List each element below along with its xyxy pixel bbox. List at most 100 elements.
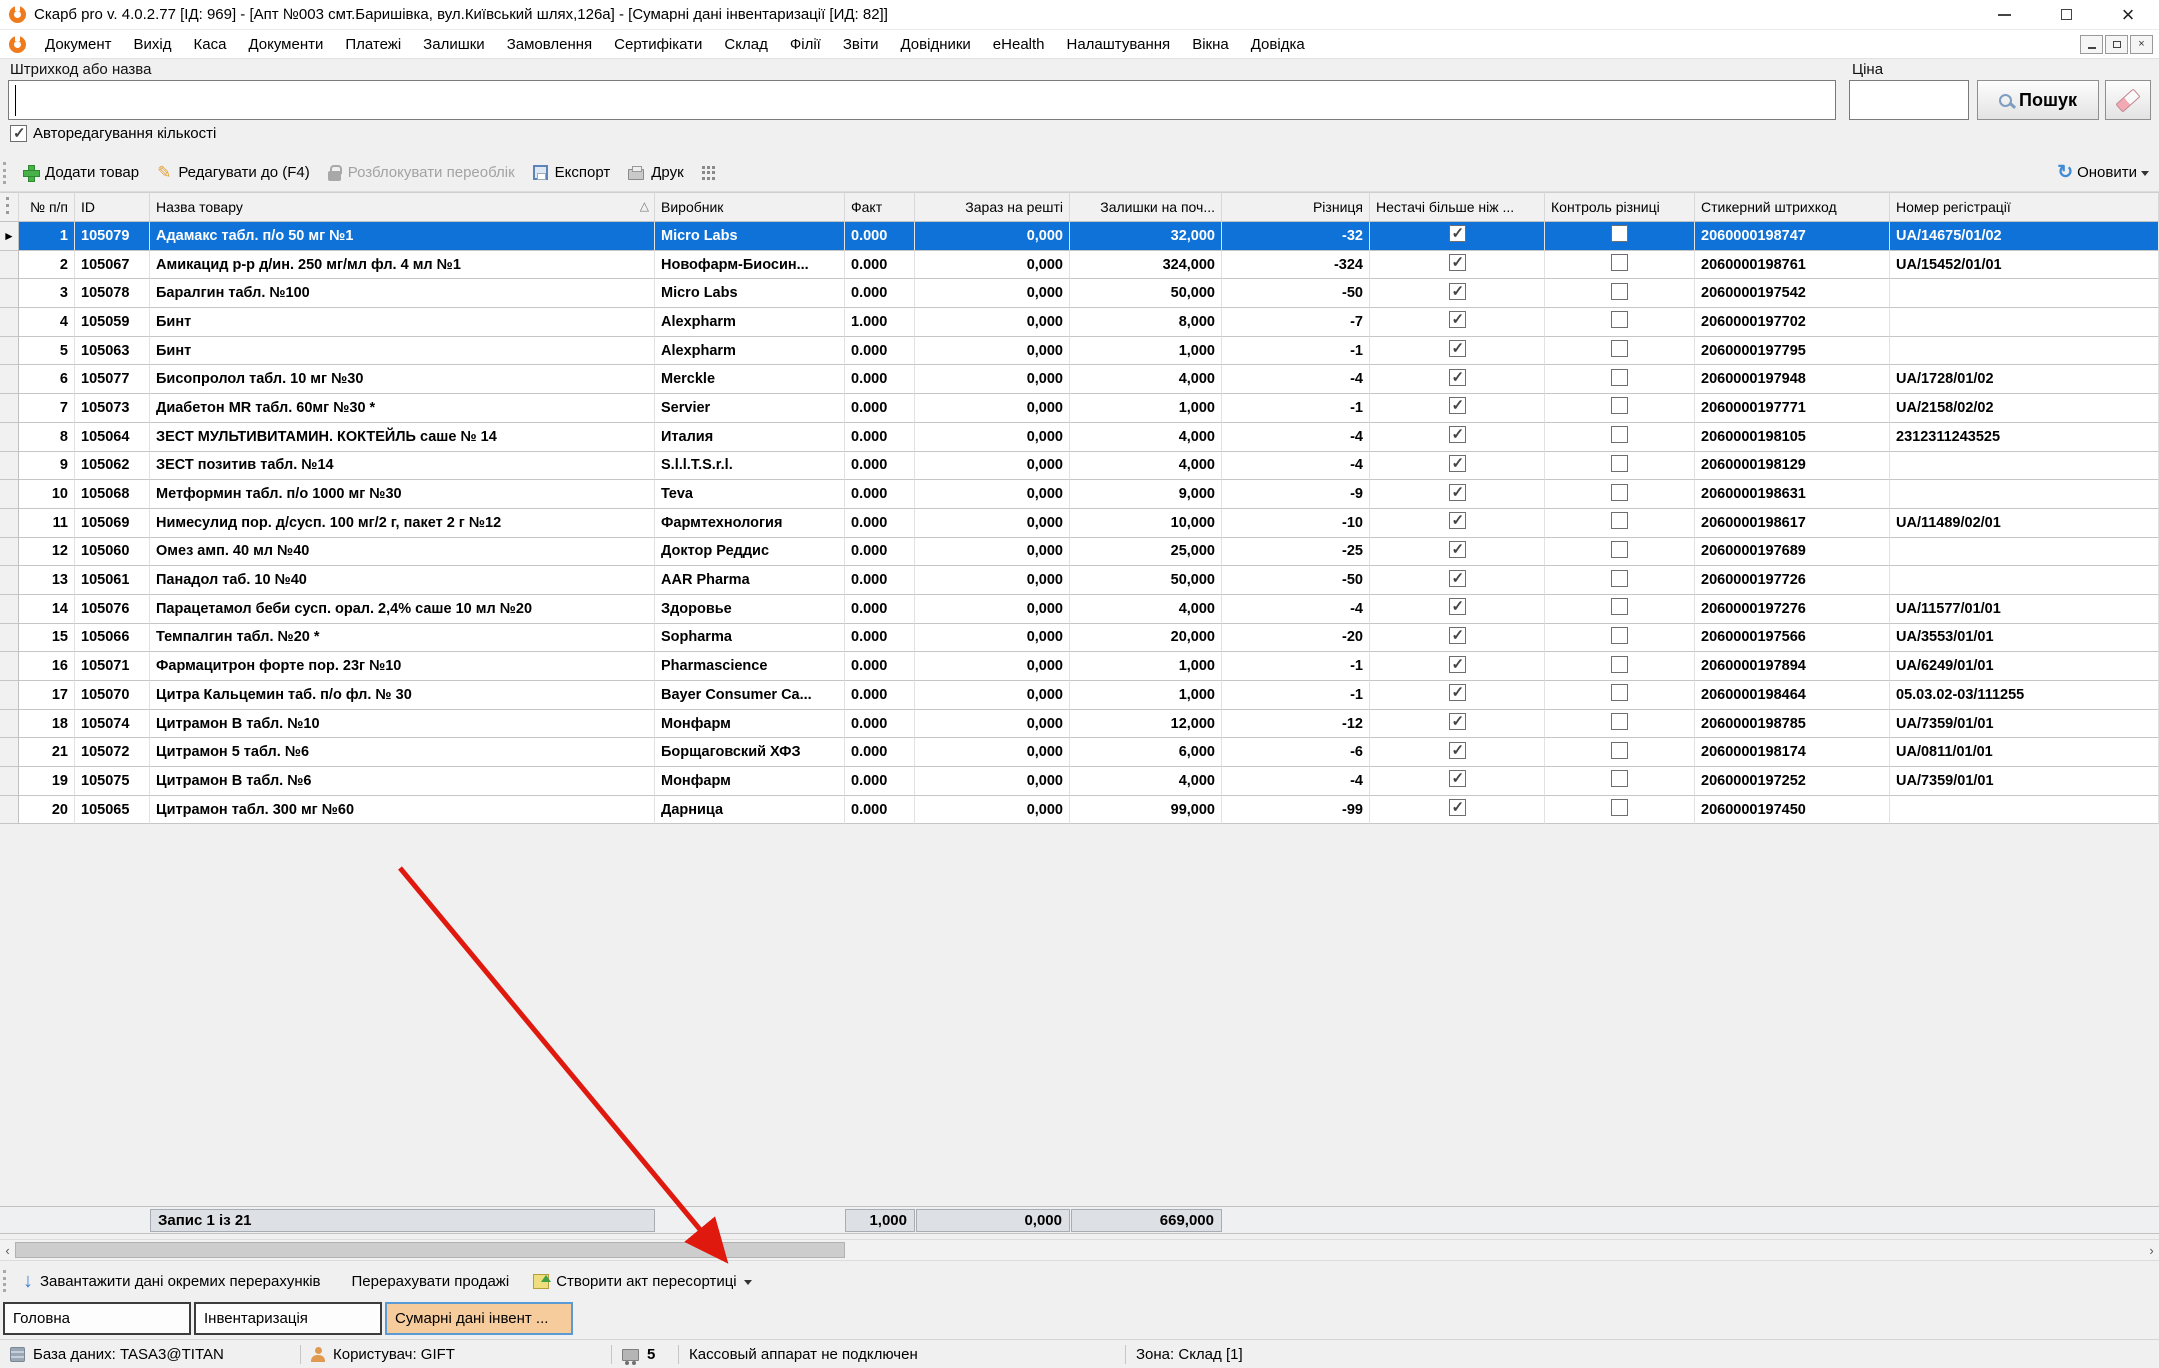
- cell-rest[interactable]: 0,000: [915, 251, 1070, 280]
- cell-num[interactable]: 21: [19, 738, 75, 767]
- table-row[interactable]: 6105077Бисопролол табл. 10 мг №30Merckle…: [0, 365, 2159, 394]
- cell-barcode[interactable]: 2060000197450: [1695, 796, 1890, 825]
- cell-begin[interactable]: 1,000: [1070, 394, 1222, 423]
- cell-rest[interactable]: 0,000: [915, 538, 1070, 567]
- control-checkbox[interactable]: [1611, 340, 1628, 357]
- cell-barcode[interactable]: 2060000198464: [1695, 681, 1890, 710]
- cell-reg[interactable]: [1890, 796, 2159, 825]
- cell-num[interactable]: 15: [19, 624, 75, 653]
- cell-name[interactable]: Темпалгин табл. №20 *: [150, 624, 655, 653]
- shortage-checkbox[interactable]: [1449, 254, 1466, 271]
- cell-id[interactable]: 105077: [75, 365, 150, 394]
- cell-barcode[interactable]: 2060000197566: [1695, 624, 1890, 653]
- cell-id[interactable]: 105063: [75, 337, 150, 366]
- cell-fact[interactable]: 0.000: [845, 365, 915, 394]
- barcode-search-input[interactable]: [8, 80, 1836, 120]
- shortage-checkbox[interactable]: [1449, 225, 1466, 242]
- cell-maker[interactable]: Teva: [655, 480, 845, 509]
- cell-barcode[interactable]: 2060000198617: [1695, 509, 1890, 538]
- cell-num[interactable]: 20: [19, 796, 75, 825]
- cell-reg[interactable]: [1890, 538, 2159, 567]
- cell-begin[interactable]: 1,000: [1070, 681, 1222, 710]
- control-checkbox[interactable]: [1611, 369, 1628, 386]
- menu-item[interactable]: Документи: [237, 32, 334, 57]
- cell-grip[interactable]: [0, 308, 19, 337]
- table-row[interactable]: 14105076Парацетамол беби сусп. орал. 2,4…: [0, 595, 2159, 624]
- cell-grip[interactable]: [0, 767, 19, 796]
- cell-diff[interactable]: -4: [1222, 423, 1370, 452]
- cell-diff[interactable]: -4: [1222, 365, 1370, 394]
- cell-maker[interactable]: Sopharma: [655, 624, 845, 653]
- shortage-checkbox[interactable]: [1449, 713, 1466, 730]
- column-header-rest[interactable]: Зараз на решті: [915, 192, 1070, 222]
- cell-rest[interactable]: 0,000: [915, 624, 1070, 653]
- cell-rest[interactable]: 0,000: [915, 767, 1070, 796]
- scroll-right-arrow[interactable]: ›: [2144, 1240, 2159, 1260]
- shortage-checkbox[interactable]: [1449, 799, 1466, 816]
- cell-grip[interactable]: [0, 710, 19, 739]
- cell-rest[interactable]: 0,000: [915, 566, 1070, 595]
- cell-diff[interactable]: -4: [1222, 595, 1370, 624]
- shortage-checkbox[interactable]: [1449, 742, 1466, 759]
- cell-reg[interactable]: UA/7359/01/01: [1890, 710, 2159, 739]
- cell-begin[interactable]: 99,000: [1070, 796, 1222, 825]
- column-header-barcode[interactable]: Стикерний штрихкод: [1695, 192, 1890, 222]
- table-row[interactable]: 13105061Панадол таб. 10 №40AAR Pharma0.0…: [0, 566, 2159, 595]
- cell-num[interactable]: 9: [19, 452, 75, 481]
- column-header-fact[interactable]: Факт: [845, 192, 915, 222]
- cell-barcode[interactable]: 2060000197894: [1695, 652, 1890, 681]
- horizontal-scrollbar[interactable]: ‹ ›: [0, 1239, 2159, 1261]
- cell-id[interactable]: 105059: [75, 308, 150, 337]
- control-checkbox[interactable]: [1611, 656, 1628, 673]
- cell-diff[interactable]: -1: [1222, 337, 1370, 366]
- cell-grip[interactable]: [0, 509, 19, 538]
- cell-fact[interactable]: 0.000: [845, 738, 915, 767]
- table-row[interactable]: 9105062ЗЕСТ позитив табл. №14S.l.l.T.S.r…: [0, 452, 2159, 481]
- cell-id[interactable]: 105070: [75, 681, 150, 710]
- cell-name[interactable]: Бисопролол табл. 10 мг №30: [150, 365, 655, 394]
- price-input[interactable]: [1849, 80, 1969, 120]
- menu-item[interactable]: Вікна: [1181, 32, 1240, 57]
- cell-reg[interactable]: UA/0811/01/01: [1890, 738, 2159, 767]
- cell-maker[interactable]: Alexpharm: [655, 308, 845, 337]
- menu-item[interactable]: Довідка: [1240, 32, 1316, 57]
- menu-item[interactable]: Вихід: [123, 32, 183, 57]
- table-row[interactable]: 19105075Цитрамон В табл. №6Монфарм0.0000…: [0, 767, 2159, 796]
- shortage-checkbox[interactable]: [1449, 397, 1466, 414]
- cell-rest[interactable]: 0,000: [915, 337, 1070, 366]
- cell-diff[interactable]: -32: [1222, 222, 1370, 251]
- cell-reg[interactable]: UA/15452/01/01: [1890, 251, 2159, 280]
- cell-name[interactable]: Цитрамон В табл. №10: [150, 710, 655, 739]
- cell-barcode[interactable]: 2060000197276: [1695, 595, 1890, 624]
- cell-barcode[interactable]: 2060000197726: [1695, 566, 1890, 595]
- cell-num[interactable]: 3: [19, 279, 75, 308]
- cell-reg[interactable]: [1890, 452, 2159, 481]
- control-checkbox[interactable]: [1611, 799, 1628, 816]
- cell-barcode[interactable]: 2060000197689: [1695, 538, 1890, 567]
- maximize-button[interactable]: [2035, 0, 2097, 29]
- cell-maker[interactable]: Монфарм: [655, 710, 845, 739]
- cell-id[interactable]: 105069: [75, 509, 150, 538]
- cell-begin[interactable]: 4,000: [1070, 767, 1222, 796]
- shortage-checkbox[interactable]: [1449, 570, 1466, 587]
- cell-fact[interactable]: 0.000: [845, 595, 915, 624]
- cell-name[interactable]: Омез амп. 40 мл №40: [150, 538, 655, 567]
- cell-maker[interactable]: Bayer Consumer Ca...: [655, 681, 845, 710]
- table-row[interactable]: 18105074Цитрамон В табл. №10Монфарм0.000…: [0, 710, 2159, 739]
- cell-name[interactable]: Диабетон MR табл. 60мг №30 *: [150, 394, 655, 423]
- cell-num[interactable]: 1: [19, 222, 75, 251]
- toolbar-button[interactable]: Додати товар: [14, 160, 148, 185]
- cell-maker[interactable]: Италия: [655, 423, 845, 452]
- refresh-button[interactable]: Оновити: [2077, 164, 2137, 181]
- cell-fact[interactable]: 0.000: [845, 509, 915, 538]
- control-checkbox[interactable]: [1611, 512, 1628, 529]
- cell-diff[interactable]: -50: [1222, 566, 1370, 595]
- control-checkbox[interactable]: [1611, 311, 1628, 328]
- shortage-checkbox[interactable]: [1449, 598, 1466, 615]
- cell-diff[interactable]: -7: [1222, 308, 1370, 337]
- table-row[interactable]: 15105066Темпалгин табл. №20 *Sopharma0.0…: [0, 624, 2159, 653]
- cell-reg[interactable]: [1890, 480, 2159, 509]
- toolbar-button[interactable]: ✎Редагувати до (F4): [148, 159, 319, 187]
- cell-maker[interactable]: Фармтехнология: [655, 509, 845, 538]
- cell-begin[interactable]: 8,000: [1070, 308, 1222, 337]
